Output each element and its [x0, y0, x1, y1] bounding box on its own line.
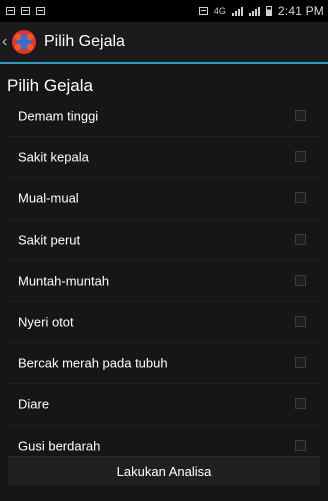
content: Pilih Gejala Demam tinggi Sakit kepala M… [0, 64, 328, 501]
symptom-label: Sakit perut [18, 232, 81, 248]
symptom-checkbox[interactable] [295, 316, 306, 328]
analyze-button[interactable]: Lakukan Analisa [8, 456, 320, 486]
symptom-row[interactable]: Demam tinggi [8, 96, 320, 138]
sim-icon [198, 7, 208, 15]
wifi-signal-icon [248, 6, 260, 16]
chat-icon [21, 7, 30, 15]
symptom-label: Diare [18, 396, 50, 412]
network-4g-icon: 4G [213, 6, 226, 16]
symptom-list: Demam tinggi Sakit kepala Mual-mual Saki… [8, 96, 320, 467]
status-bar-left [6, 7, 45, 15]
signal-icon [231, 6, 243, 16]
page-title: Pilih Gejala [44, 33, 125, 50]
symptom-label: Demam tinggi [18, 108, 99, 124]
status-bar-right: 4G 2:41 PM [198, 4, 324, 18]
status-time: 2:41 PM [277, 4, 324, 18]
symptom-row[interactable]: Sakit perut [8, 220, 320, 261]
symptom-label: Gusi berdarah [18, 438, 101, 454]
symptom-row[interactable]: Nyeri otot [8, 302, 320, 344]
symptom-row[interactable]: Diare [8, 384, 320, 426]
symptom-row[interactable]: Muntah-muntah [8, 261, 320, 302]
back-chevron-icon[interactable]: ‹ [2, 34, 10, 50]
symptom-checkbox[interactable] [295, 439, 306, 451]
symptom-label: Nyeri otot [18, 314, 74, 330]
app-logo-icon[interactable] [11, 29, 37, 55]
symptom-label: Muntah-muntah [18, 273, 110, 289]
battery-icon [265, 6, 272, 16]
symptom-row[interactable]: Mual-mual [8, 178, 320, 220]
symptom-checkbox[interactable] [295, 357, 306, 369]
symptom-checkbox[interactable] [295, 151, 306, 163]
symptom-checkbox[interactable] [295, 110, 306, 122]
status-bar: 4G 2:41 PM [0, 0, 328, 22]
symptom-checkbox[interactable] [295, 192, 306, 204]
symptom-label: Mual-mual [18, 190, 79, 206]
symptom-checkbox[interactable] [295, 398, 306, 410]
symptom-checkbox[interactable] [295, 233, 306, 245]
symptom-row[interactable]: Sakit kepala [8, 137, 320, 179]
section-heading: Pilih Gejala [7, 76, 93, 95]
symptom-row[interactable]: Bercak merah pada tubuh [8, 343, 320, 385]
symptom-label: Bercak merah pada tubuh [18, 355, 168, 371]
symptom-checkbox[interactable] [295, 274, 306, 286]
symptom-label: Sakit kepala [18, 149, 89, 165]
image-icon [36, 7, 45, 15]
action-bar[interactable]: ‹ Pilih Gejala [0, 22, 328, 62]
screen: 4G 2:41 PM ‹ Pilih Gejala Pilih Gejala D… [0, 0, 328, 501]
notification-box-icon [6, 7, 15, 15]
